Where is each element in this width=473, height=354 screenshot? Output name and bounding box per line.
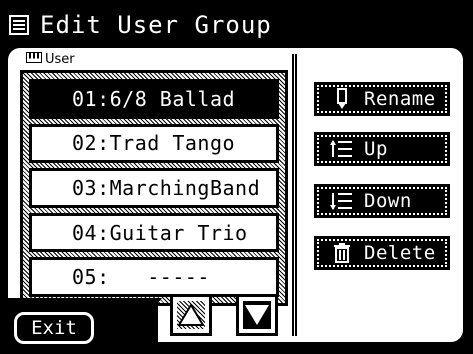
list-item[interactable]: 05: ----- [29, 257, 279, 297]
screen: Edit User Group User 01:6/8 Ballad 02:Tr… [0, 0, 473, 354]
rename-label: Rename [364, 88, 436, 110]
song-list: 01:6/8 Ballad 02:Trad Tango 03:MarchingB… [20, 70, 288, 306]
title-bar: Edit User Group [8, 6, 465, 44]
exit-button[interactable]: Exit [14, 312, 94, 344]
down-button[interactable]: Down [314, 184, 450, 218]
delete-label: Delete [364, 242, 436, 264]
list-item[interactable]: 03:MarchingBand [29, 168, 279, 208]
trash-icon [328, 242, 356, 264]
main-panel: User 01:6/8 Ballad 02:Trad Tango 03:Marc… [8, 48, 463, 344]
pen-icon [328, 88, 356, 110]
keyboard-icon [26, 52, 42, 67]
move-down-icon [328, 190, 356, 212]
list-item[interactable]: 04:Guitar Trio [29, 212, 279, 253]
exit-tab-edge [126, 298, 162, 342]
divider [292, 54, 297, 336]
move-up-icon [328, 138, 356, 160]
page-title: Edit User Group [40, 11, 272, 39]
group-label-text: User [45, 52, 75, 67]
down-label: Down [364, 190, 412, 212]
list-item[interactable]: 02:Trad Tango [29, 123, 279, 164]
up-label: Up [364, 138, 388, 160]
scroll-up-button[interactable] [170, 294, 212, 336]
triangle-down-icon [243, 301, 271, 329]
delete-button[interactable]: Delete [314, 236, 450, 270]
up-button[interactable]: Up [314, 132, 450, 166]
scroll-down-button[interactable] [236, 294, 278, 336]
list-item[interactable]: 01:6/8 Ballad [29, 79, 279, 119]
songbook-icon [8, 14, 30, 36]
triangle-up-icon [177, 301, 205, 329]
rename-button[interactable]: Rename [314, 82, 450, 116]
group-label: User [26, 52, 75, 67]
